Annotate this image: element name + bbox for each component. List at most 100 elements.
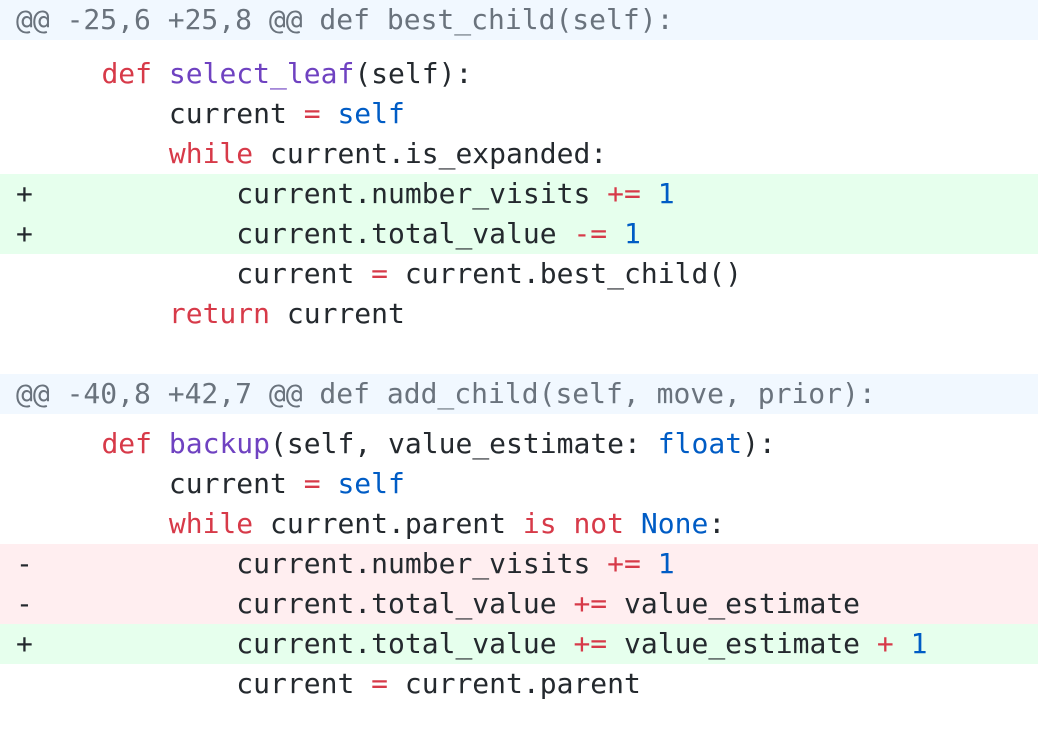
code-token: += [573,627,608,660]
context-line: while current.parent is not None: [0,504,1038,544]
code-token: current.number_visits [236,547,608,580]
code-text: def backup(self, value_estimate: float): [34,424,776,464]
code-token: float [657,427,743,460]
code-text: current.total_value -= 1 [34,214,641,254]
code-text: current = current.best_child() [34,254,742,294]
diff-marker: - [16,547,33,580]
code-token: current [168,467,304,500]
code-token: is [522,507,557,540]
code-token: def [101,427,153,460]
code-token: current.total_value [236,587,574,620]
hunk-header[interactable]: @@ -40,8 +42,7 @@ def add_child(self, mo… [0,374,1038,414]
code-token: = [371,667,389,700]
code-token: + [876,627,894,660]
code-text: current.number_visits += 1 [34,544,675,584]
added-line: + current.number_visits += 1 [0,174,1038,214]
code-text: def select_leaf(self): [34,54,472,94]
code-token: value_estimate [607,587,861,620]
code-token: self [337,97,405,130]
added-line: + current.total_value += value_estimate … [0,624,1038,664]
code-token: current [236,667,372,700]
code-token: 1 [624,217,641,250]
code-token: backup [168,427,271,460]
code-token: self [337,467,405,500]
context-line: def backup(self, value_estimate: float): [0,424,1038,464]
code-token: 1 [657,547,675,580]
code-token: -= [573,217,608,250]
code-token: (self, value_estimate: [270,427,658,460]
hunk-header-text: @@ -25,6 +25,8 @@ def best_child(self): [16,3,674,36]
code-token: current.best_child() [388,257,743,290]
diff-marker: + [16,627,33,660]
code-token: = [303,467,321,500]
code-token: 1 [657,177,675,210]
code-token: current.is_expanded: [253,137,608,170]
context-line: current = self [0,464,1038,504]
diff-view: @@ -25,6 +25,8 @@ def best_child(self): … [0,0,1038,756]
code-text: while current.parent is not None: [34,504,725,544]
code-token: current.total_value [236,217,574,250]
code-text: current = self [34,94,405,134]
code-token: += [607,547,641,580]
code-token: current.number_visits [236,177,608,210]
code-token: value_estimate [607,627,877,660]
context-line: def select_leaf(self): [0,54,1038,94]
code-token: += [607,177,641,210]
code-text: current.total_value += value_estimate [34,584,860,624]
code-token: current.parent [388,667,641,700]
code-text: while current.is_expanded: [34,134,607,174]
code-text: return current [34,294,405,334]
code-token: += [573,587,608,620]
code-token: : [708,507,726,540]
diff-marker: + [16,217,33,250]
code-token: while [168,137,254,170]
code-token: return [168,297,271,330]
code-token: = [303,97,321,130]
code-token: current [236,257,372,290]
code-token: def [101,57,153,90]
code-token: current.parent [253,507,523,540]
added-line: + current.total_value -= 1 [0,214,1038,254]
context-line: return current [0,294,1038,334]
code-text: current = current.parent [34,664,641,704]
diff-marker: + [16,177,33,210]
context-line [0,334,1038,374]
hunk-header-text: @@ -40,8 +42,7 @@ def add_child(self, mo… [16,377,876,410]
code-token: current [168,97,304,130]
hunk-header[interactable]: @@ -25,6 +25,8 @@ def best_child(self): [0,0,1038,40]
code-text: current = self [34,464,405,504]
removed-line: - current.total_value += value_estimate [0,584,1038,624]
code-token: None [640,507,709,540]
code-token: 1 [910,627,928,660]
context-line: current = current.best_child() [0,254,1038,294]
context-line: while current.is_expanded: [0,134,1038,174]
code-token: while [168,507,254,540]
code-token: current.total_value [236,627,574,660]
code-token: (self): [354,57,473,90]
code-token: current [270,297,405,330]
code-token: ): [742,427,776,460]
diff-marker: - [16,587,33,620]
context-line: current = self [0,94,1038,134]
